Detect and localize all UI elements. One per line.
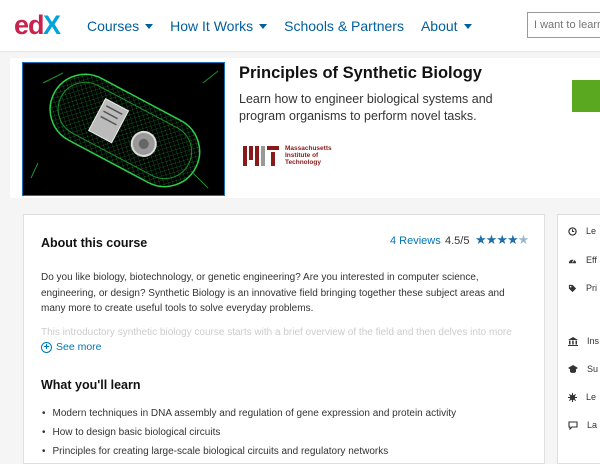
star-icon: ★: [506, 232, 519, 247]
list-item: How to design basic biological circuits: [41, 423, 456, 442]
mit-logo[interactable]: Massachusetts Institute of Technology: [243, 145, 332, 166]
gauge-icon: [568, 257, 577, 263]
list-item: Modern techniques in DNA assembly and re…: [41, 404, 457, 423]
level-icon: [568, 392, 577, 402]
nav-how-it-works-label: How It Works: [170, 18, 254, 34]
course-subtitle: Learn how to engineer biological systems…: [239, 92, 493, 123]
chevron-down-icon: [145, 24, 154, 29]
nav-schools-partners-label: Schools & Partners: [284, 18, 404, 34]
star-icon: ★: [485, 232, 498, 247]
course-description-faded: This introductory synthetic biology cour…: [41, 327, 512, 338]
enroll-button[interactable]: [572, 80, 600, 112]
sidebar-item-level: Le: [568, 392, 596, 402]
learn-heading: What you'll learn: [41, 378, 141, 392]
subject-icon: [568, 364, 578, 373]
search-input[interactable]: [527, 12, 600, 38]
main-nav: Courses How It Works Schools & Partners …: [87, 0, 489, 52]
see-more-label: See more: [56, 341, 102, 353]
rating-value: 4.5/5: [445, 235, 470, 247]
course-info-sidebar: Le Eff Pri Ins Su Le La: [557, 214, 600, 464]
star-icon: ★: [475, 232, 487, 247]
nav-how-it-works[interactable]: How It Works: [170, 18, 268, 34]
nav-about[interactable]: About: [421, 18, 472, 34]
sidebar-item-price: Pri: [568, 283, 597, 293]
site-header: e d X Courses How It Works Schools & Par…: [0, 0, 600, 52]
plus-circle-icon: +: [41, 341, 52, 353]
about-heading: About this course: [41, 236, 148, 250]
nav-courses[interactable]: Courses: [87, 18, 154, 34]
rating-stars: ★★★★★: [475, 232, 530, 248]
list-item: Principles for creating large-scale biol…: [41, 442, 456, 461]
learn-list: Modern techniques in DNA assembly and re…: [41, 404, 457, 461]
edx-logo[interactable]: e d X: [14, 9, 66, 40]
sidebar-item-length: Le: [568, 226, 596, 236]
sidebar-item-institution: Ins: [568, 336, 599, 346]
sidebar-item-effort: Eff: [568, 255, 597, 265]
course-title: Principles of Synthetic Biology: [239, 64, 482, 82]
course-hero: Principles of Synthetic Biology Learn ho…: [10, 58, 600, 198]
nav-schools-partners[interactable]: Schools & Partners: [284, 18, 404, 34]
nav-courses-label: Courses: [87, 18, 140, 34]
institution-icon: [568, 336, 578, 346]
star-icon: ★: [496, 232, 508, 247]
reviews-link[interactable]: 4 Reviews: [390, 235, 441, 247]
star-half-icon: ★: [517, 232, 530, 247]
chevron-down-icon: [259, 24, 268, 29]
nav-about-label: About: [420, 18, 458, 34]
course-description: Do you like biology, biotechnology, or g…: [41, 272, 505, 314]
about-course-card: About this course 4 Reviews 4.5/5 ★★★★★ …: [23, 214, 545, 464]
language-icon: [568, 420, 578, 430]
chevron-down-icon: [463, 24, 472, 29]
sidebar-item-language: La: [568, 420, 597, 430]
svg-text:e: e: [14, 10, 29, 39]
sidebar-item-subject: Su: [568, 364, 598, 374]
course-image: [22, 62, 225, 196]
clock-icon: [568, 226, 577, 236]
tag-icon: [568, 284, 577, 292]
svg-text:X: X: [43, 10, 61, 39]
school-name: Massachusetts Institute of Technology: [285, 145, 332, 166]
see-more-button[interactable]: + See more: [41, 341, 102, 353]
